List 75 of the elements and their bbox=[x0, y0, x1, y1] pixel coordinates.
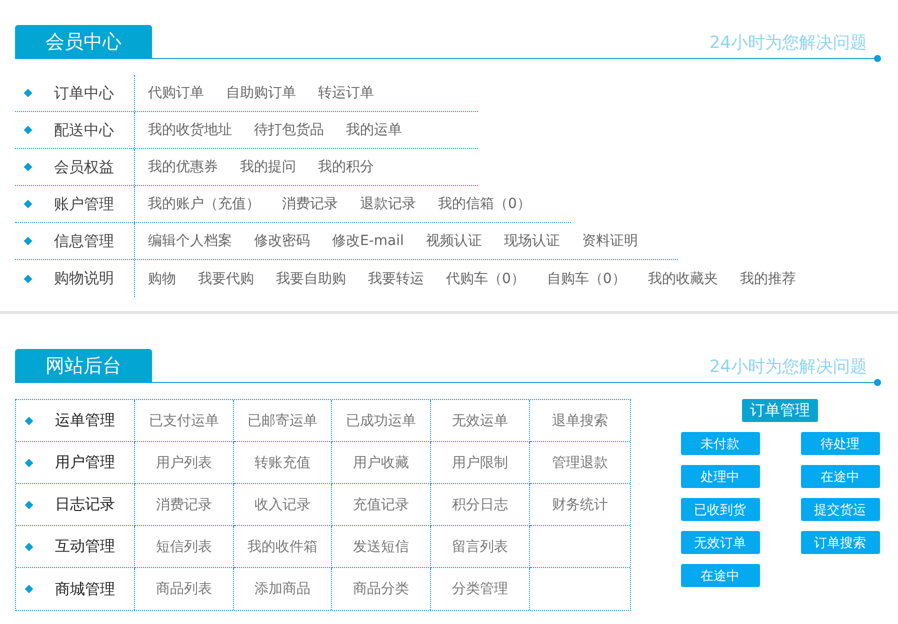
menu-link[interactable]: 用户限制 bbox=[452, 454, 508, 472]
menu-link[interactable]: 我的积分 bbox=[318, 158, 374, 176]
category-label: 信息管理 bbox=[54, 232, 114, 250]
menu-link[interactable]: 我的账户（充值） bbox=[148, 195, 260, 213]
category-label: 会员权益 bbox=[54, 158, 114, 176]
menu-link[interactable]: 资料证明 bbox=[582, 232, 638, 250]
order-status-button[interactable]: 未付款 bbox=[680, 432, 760, 455]
menu-link[interactable]: 用户收藏 bbox=[353, 454, 409, 472]
menu-link[interactable]: 消费记录 bbox=[156, 496, 212, 514]
menu-link[interactable]: 退单搜索 bbox=[552, 412, 608, 430]
menu-link[interactable]: 已支付运单 bbox=[149, 412, 219, 430]
category-label: 购物说明 bbox=[54, 269, 114, 288]
category-label: 商城管理 bbox=[55, 580, 115, 598]
order-status-button[interactable]: 无效订单 bbox=[680, 531, 760, 554]
category-label: 用户管理 bbox=[55, 453, 115, 472]
panel-title: 订单管理 bbox=[742, 399, 818, 422]
menu-link[interactable]: 我的收货地址 bbox=[148, 121, 232, 139]
menu-link[interactable]: 收入记录 bbox=[254, 496, 310, 514]
menu-link[interactable]: 购物 bbox=[148, 270, 176, 288]
menu-link[interactable]: 视频认证 bbox=[426, 232, 482, 250]
menu-link[interactable]: 管理退款 bbox=[552, 454, 608, 472]
category-label: 配送中心 bbox=[54, 120, 114, 140]
menu-link[interactable]: 已成功运单 bbox=[346, 412, 416, 430]
menu-link[interactable]: 待打包货品 bbox=[254, 121, 324, 139]
menu-link[interactable]: 我的收件箱 bbox=[248, 538, 318, 556]
category-label: 日志记录 bbox=[55, 495, 115, 514]
order-status-button[interactable]: 待处理 bbox=[800, 432, 880, 455]
menu-link[interactable]: 现场认证 bbox=[504, 232, 560, 250]
menu-link[interactable]: 发送短信 bbox=[353, 538, 409, 556]
category-label: 订单中心 bbox=[54, 84, 114, 102]
menu-link[interactable]: 编辑个人档案 bbox=[148, 232, 232, 250]
category-label: 互动管理 bbox=[55, 537, 115, 556]
menu-link[interactable]: 商品列表 bbox=[156, 580, 212, 598]
order-status-button[interactable]: 在途中 bbox=[800, 465, 880, 488]
menu-link[interactable]: 用户列表 bbox=[156, 454, 212, 472]
order-status-button[interactable]: 提交货运 bbox=[800, 498, 880, 521]
menu-link[interactable]: 积分日志 bbox=[452, 496, 508, 514]
menu-link[interactable]: 我的推荐 bbox=[740, 270, 796, 288]
category-label: 运单管理 bbox=[55, 411, 115, 430]
order-status-button[interactable]: 订单搜索 bbox=[800, 531, 880, 554]
menu-link[interactable]: 代购订单 bbox=[148, 84, 204, 102]
menu-link[interactable]: 代购车（0） bbox=[446, 270, 525, 288]
order-status-button[interactable]: 已收到货 bbox=[680, 498, 760, 521]
menu-link[interactable]: 修改E-mail bbox=[332, 232, 404, 250]
menu-link[interactable]: 分类管理 bbox=[452, 580, 508, 598]
menu-link[interactable]: 我的运单 bbox=[346, 121, 402, 139]
line-end-dot bbox=[874, 55, 881, 62]
menu-link[interactable]: 留言列表 bbox=[452, 538, 508, 556]
menu-link[interactable]: 转账充值 bbox=[254, 454, 310, 472]
menu-link[interactable]: 自助购订单 bbox=[226, 84, 296, 102]
menu-link[interactable]: 退款记录 bbox=[360, 195, 416, 213]
menu-link[interactable]: 我的收藏夹 bbox=[648, 270, 718, 288]
menu-link[interactable]: 我的提问 bbox=[240, 158, 296, 176]
order-status-button[interactable]: 在途中 bbox=[680, 564, 760, 587]
order-status-button[interactable]: 处理中 bbox=[680, 465, 760, 488]
menu-link[interactable]: 充值记录 bbox=[353, 496, 409, 514]
menu-link[interactable]: 无效运单 bbox=[452, 412, 508, 430]
menu-link[interactable]: 短信列表 bbox=[156, 538, 212, 556]
slogan: 24小时为您解决问题 bbox=[709, 32, 867, 55]
menu-link[interactable]: 我的优惠券 bbox=[148, 158, 218, 176]
menu-link[interactable]: 转运订单 bbox=[318, 84, 374, 102]
menu-link[interactable]: 自购车（0） bbox=[546, 270, 626, 288]
menu-link[interactable]: 我要自助购 bbox=[276, 270, 346, 288]
menu-link[interactable]: 已邮寄运单 bbox=[248, 412, 318, 430]
slogan: 24小时为您解决问题 bbox=[709, 356, 867, 379]
menu-link[interactable]: 我要代购 bbox=[198, 270, 254, 288]
menu-link[interactable]: 修改密码 bbox=[254, 232, 310, 250]
line-end-dot bbox=[874, 379, 881, 386]
menu-link[interactable]: 我的信箱（0） bbox=[438, 195, 531, 213]
menu-link[interactable]: 财务统计 bbox=[552, 496, 608, 514]
menu-link[interactable]: 添加商品 bbox=[254, 580, 310, 598]
menu-link[interactable]: 我要转运 bbox=[368, 270, 424, 288]
category-label: 账户管理 bbox=[54, 194, 114, 214]
menu-link[interactable]: 消费记录 bbox=[282, 195, 338, 213]
menu-link[interactable]: 商品分类 bbox=[353, 580, 409, 598]
